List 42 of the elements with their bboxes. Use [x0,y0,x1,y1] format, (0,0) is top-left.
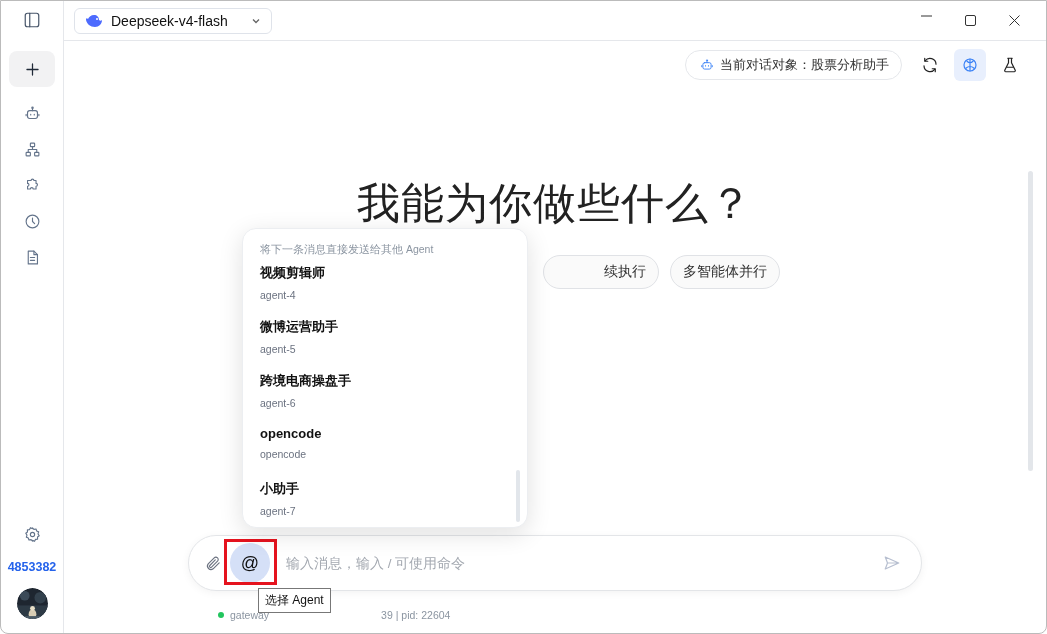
sidebar-toggle-icon[interactable] [23,11,41,29]
menu-heading: 将下一条消息直接发送给其他 Agent [260,243,435,257]
agent-name: 视频剪辑师 [260,264,326,282]
robot-icon [700,58,714,72]
brain-icon [961,56,979,74]
user-id: 4853382 [7,560,57,574]
model-selector[interactable]: Deepseek-v4-flash [74,7,272,34]
agent-id: agent-7 [260,505,297,517]
scrollbar-thumb[interactable] [1028,171,1033,471]
whale-icon [85,13,103,28]
agent-name: 小助手 [260,480,300,498]
agent-item[interactable]: 跨境电商操盘手 agent-6 [260,371,527,425]
agent-id: agent-5 [260,343,297,355]
close-icon[interactable] [1008,15,1020,26]
chat-target-pill[interactable]: 当前对话对象：股票分析助手 [685,50,902,80]
minimize-icon[interactable] [920,15,932,17]
agent-item[interactable]: opencode opencode [260,425,527,479]
maximize-icon[interactable] [964,15,976,26]
agent-id: agent-6 [260,397,297,409]
hierarchy-icon [23,140,41,158]
suggestion-chip[interactable]: 续执行 [542,255,659,289]
flask-icon [1001,56,1019,74]
agent-item[interactable]: 微博运营助手 agent-5 [260,317,527,371]
agent-name: 微博运营助手 [260,318,339,336]
agent-mention-button[interactable]: @ [230,543,270,583]
paperclip-icon[interactable] [205,554,222,572]
model-name: Deepseek-v4-flash [111,12,229,29]
agent-id: opencode [260,448,308,460]
agent-id: agent-4 [260,289,297,301]
agent-item[interactable]: 视频剪辑师 agent-4 [260,263,527,317]
refresh-icon [921,56,939,74]
agent-name: 跨境电商操盘手 [260,372,352,390]
robot-icon [23,104,41,122]
brain-button[interactable] [954,49,986,81]
hero-title: 我能为你做些什么？ [357,177,753,230]
settings-icon [23,525,41,543]
tooltip: 选择 Agent [258,588,331,613]
clock-icon [23,212,41,230]
agent-name: opencode [260,426,323,441]
agent-item[interactable]: 小助手 agent-7 [260,479,527,527]
status-text: 39 | pid: 22604 [381,609,451,621]
suggestion-chip[interactable]: 多智能体并行 [669,255,780,289]
